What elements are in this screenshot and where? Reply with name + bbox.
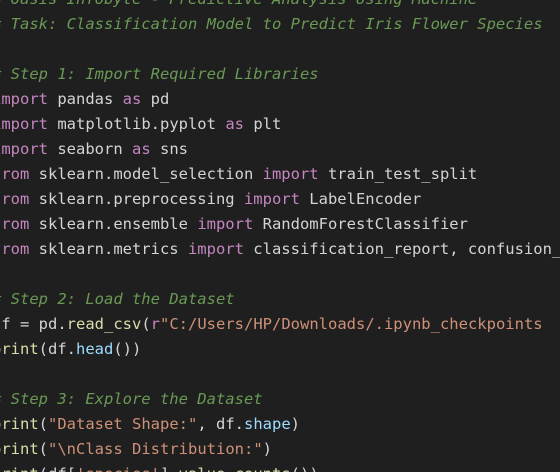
code-token-plain: train_test_split: [318, 165, 478, 183]
code-line[interactable]: import matplotlib.pyplot as plt: [0, 112, 560, 137]
code-token-keyword: as: [122, 90, 142, 108]
code-token-func: print: [0, 415, 39, 433]
code-token-keyword: from: [0, 165, 30, 183]
code-token-comment: # Step 2: Load the Dataset: [0, 290, 235, 308]
code-line[interactable]: # Task: Classification Model to Predict …: [0, 12, 560, 37]
code-token-op: =: [20, 315, 30, 333]
code-line[interactable]: df = pd.read_csv(r"C:/Users/HP/Downloads…: [0, 312, 560, 337]
code-token-plain: ): [262, 440, 272, 458]
code-token-string: "Dataset Shape:": [48, 415, 198, 433]
code-line[interactable]: from sklearn.ensemble import RandomFores…: [0, 212, 560, 237]
code-token-plain: pd: [141, 90, 170, 108]
code-token-keyword: import: [0, 140, 48, 158]
code-token-plain: ()): [291, 465, 319, 472]
code-line[interactable]: print("\nClass Distribution:"): [0, 437, 560, 462]
code-line[interactable]: from sklearn.model_selection import trai…: [0, 162, 560, 187]
code-token-comment: # Task: Classification Model to Predict …: [0, 15, 543, 33]
code-token-func: read_csv: [66, 315, 142, 333]
code-token-plain: (: [38, 440, 49, 458]
code-token-plain: sns: [150, 140, 188, 158]
code-token-plain: (df.: [38, 340, 76, 358]
code-line[interactable]: # Step 2: Load the Dataset: [0, 287, 560, 312]
code-line[interactable]: from sklearn.preprocessing import LabelE…: [0, 187, 560, 212]
code-editor[interactable]: # Oasis Infobyte - Predictive Analysis U…: [0, 0, 560, 472]
code-token-keyword: import: [0, 115, 48, 133]
code-token-plain: plt: [243, 115, 282, 133]
code-token-plain: (df[: [39, 465, 76, 472]
code-line[interactable]: print(df['species'].value_counts()): [0, 462, 560, 472]
code-token-string: "C:/Users/HP/Downloads/.ipynb_checkpoint…: [160, 315, 543, 333]
code-token-keyword: from: [0, 190, 30, 208]
code-token-keyword: as: [225, 115, 244, 133]
code-content[interactable]: # Oasis Infobyte - Predictive Analysis U…: [0, 0, 560, 472]
code-line[interactable]: # Step 3: Explore the Dataset: [0, 387, 560, 412]
code-token-plain: (: [141, 315, 151, 333]
code-token-func: print: [0, 440, 39, 458]
code-token-plain: classification_report, confusion_matrix: [253, 240, 560, 258]
code-token-keyword: r: [150, 315, 161, 333]
code-token-plain: seaborn: [48, 140, 132, 158]
code-token-comment: # Step 3: Explore the Dataset: [0, 390, 263, 408]
code-token-keyword: from: [0, 215, 30, 233]
code-token-plain: sklearn.preprocessing: [29, 190, 244, 208]
code-token-plain: ].: [160, 465, 179, 472]
code-line[interactable]: # Oasis Infobyte - Predictive Analysis U…: [0, 0, 560, 12]
code-token-keyword: import: [187, 240, 244, 258]
code-line[interactable]: print("Dataset Shape:", df.shape): [0, 412, 560, 437]
code-token-plain: ): [290, 415, 301, 433]
code-line[interactable]: [0, 262, 560, 287]
code-token-attr: head: [76, 340, 114, 358]
code-token-comment: # Step 1: Import Required Libraries: [0, 65, 319, 83]
code-line[interactable]: import seaborn as sns: [0, 137, 560, 162]
code-line[interactable]: [0, 362, 560, 387]
code-line[interactable]: print(df.head()): [0, 337, 560, 362]
code-token-func: print: [0, 465, 39, 472]
code-token-plain: LabelEncoder: [299, 190, 422, 208]
code-token-attr: shape: [244, 415, 291, 433]
code-token-string: "\nClass Distribution:": [48, 440, 263, 458]
code-token-keyword: import: [197, 215, 254, 233]
code-token-plain: pandas: [48, 90, 123, 108]
code-token-func: value_counts: [179, 465, 291, 472]
code-token-plain: , df.: [197, 415, 244, 433]
code-token-plain: sklearn.ensemble: [29, 215, 198, 233]
code-line[interactable]: [0, 37, 560, 62]
code-line[interactable]: from sklearn.metrics import classificati…: [0, 237, 560, 262]
code-token-keyword: from: [0, 240, 30, 258]
code-token-keyword: import: [243, 190, 300, 208]
code-token-plain: ()): [113, 340, 142, 358]
code-token-string: 'species': [76, 465, 160, 472]
code-token-plain: (: [38, 415, 49, 433]
code-token-plain: sklearn.model_selection: [29, 165, 263, 183]
code-token-plain: sklearn.metrics: [29, 240, 188, 258]
code-token-plain: RandomForestClassifier: [253, 215, 468, 233]
code-line[interactable]: # Step 1: Import Required Libraries: [0, 62, 560, 87]
code-token-keyword: as: [132, 140, 151, 158]
code-token-plain: pd.: [29, 315, 67, 333]
code-line[interactable]: import pandas as pd: [0, 87, 560, 112]
code-token-func: print: [0, 340, 39, 358]
code-token-keyword: import: [262, 165, 319, 183]
code-token-keyword: import: [0, 90, 48, 108]
code-token-plain: matplotlib.pyplot: [48, 115, 226, 133]
code-token-plain: df: [0, 315, 11, 333]
code-token-comment: # Oasis Infobyte - Predictive Analysis U…: [0, 0, 477, 8]
